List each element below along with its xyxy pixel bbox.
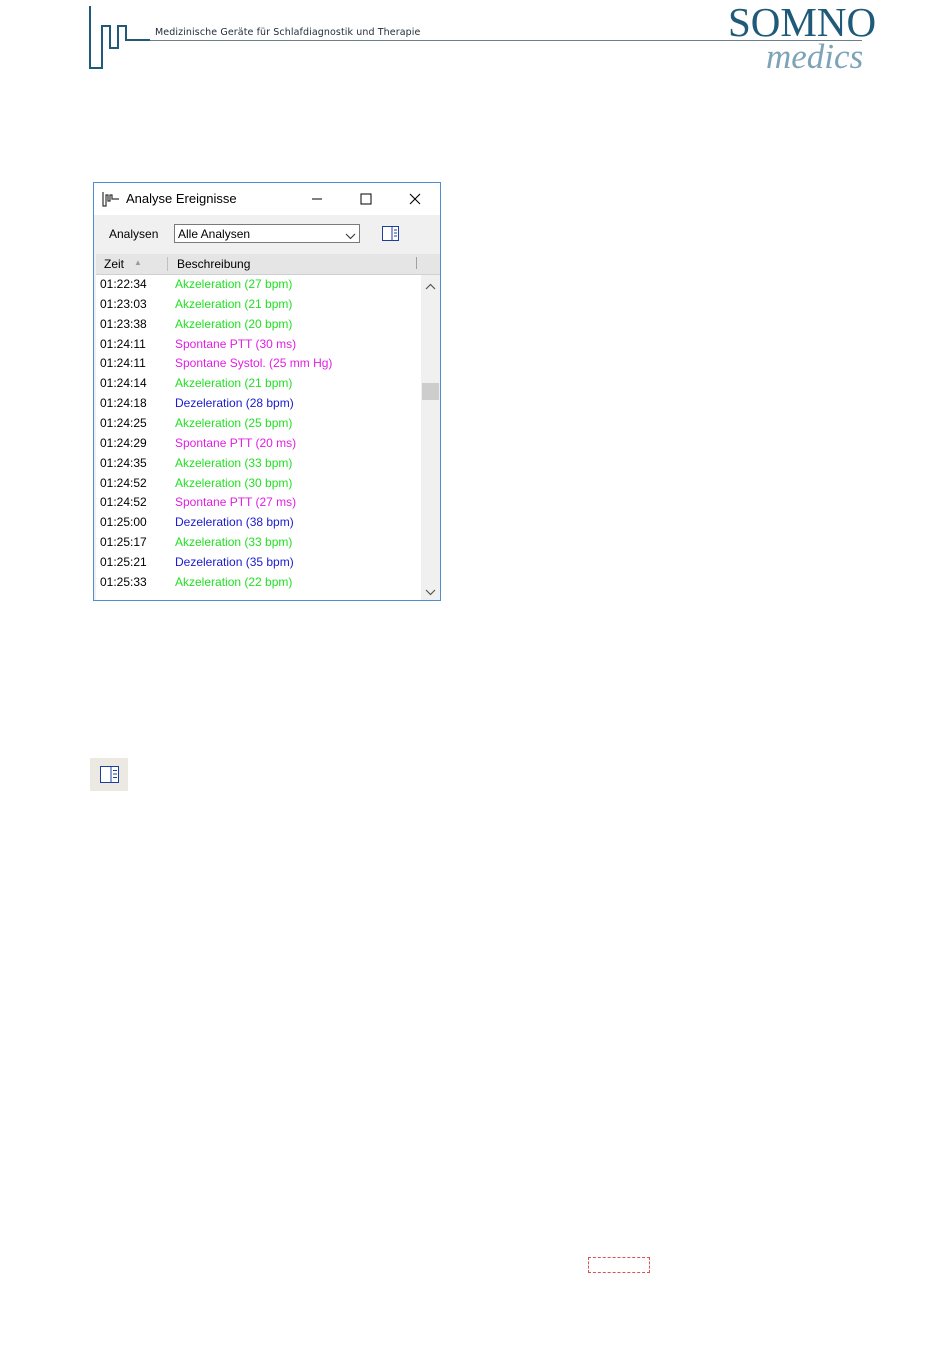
- list-item[interactable]: 01:24:35 Akzeleration (33 bpm): [96, 454, 421, 474]
- panel-toggle-button[interactable]: [380, 224, 400, 242]
- analyses-dropdown-value: Alle Analysen: [178, 227, 251, 241]
- app-icon: [102, 191, 120, 212]
- event-description: Akzeleration (27 bpm): [175, 277, 293, 291]
- event-description: Spontane Systol. (25 mm Hg): [175, 356, 333, 371]
- list-item[interactable]: 01:24:14 Akzeleration (21 bpm): [96, 374, 421, 394]
- list-item-partial[interactable]: [96, 593, 421, 599]
- toolbar: Analysen Alle Analysen: [94, 215, 440, 253]
- event-time: 01:24:25: [100, 415, 147, 430]
- analysis-events-window: Analyse Ereignisse Analysen Alle Analyse…: [93, 182, 441, 601]
- analyses-dropdown[interactable]: Alle Analysen: [174, 224, 360, 243]
- event-time: 01:23:03: [100, 296, 147, 311]
- list-item[interactable]: 01:24:11 Spontane Systol. (25 mm Hg): [96, 354, 421, 374]
- close-button[interactable]: [392, 183, 438, 215]
- event-description: Akzeleration (20 bpm): [175, 316, 293, 331]
- event-description: Akzeleration (33 bpm): [175, 535, 293, 550]
- brand-mark-icon: [88, 4, 152, 75]
- list-item[interactable]: 01:22:34 Akzeleration (27 bpm): [96, 275, 421, 295]
- list-item[interactable]: 01:25:21 Dezeleration (35 bpm): [96, 553, 421, 573]
- scrollbar-thumb[interactable]: [422, 383, 439, 400]
- list-item[interactable]: 01:23:38 Akzeleration (20 bpm): [96, 315, 421, 335]
- minimize-button[interactable]: [294, 183, 340, 215]
- event-description: Akzeleration (21 bpm): [175, 296, 293, 311]
- panel-toggle-icon-illustration: [90, 758, 128, 791]
- list-item[interactable]: 01:24:29 Spontane PTT (20 ms): [96, 434, 421, 454]
- list-item[interactable]: 01:24:52 Spontane PTT (27 ms): [96, 493, 421, 513]
- list-item[interactable]: 01:24:18 Dezeleration (28 bpm): [96, 394, 421, 414]
- event-description: Akzeleration (21 bpm): [175, 376, 293, 391]
- event-time: 01:25:33: [100, 574, 147, 589]
- event-time: 01:22:34: [100, 277, 147, 291]
- event-time: 01:25:17: [100, 535, 147, 550]
- dashed-placeholder-box: [588, 1257, 650, 1273]
- maximize-button[interactable]: [343, 183, 389, 215]
- list-item[interactable]: 01:24:52 Akzeleration (30 bpm): [96, 474, 421, 494]
- event-time: 01:25:00: [100, 515, 147, 530]
- chevron-down-icon: [345, 229, 356, 243]
- event-time: 01:24:11: [100, 356, 146, 371]
- vertical-scrollbar[interactable]: [421, 275, 440, 600]
- list-item[interactable]: 01:24:25 Akzeleration (25 bpm): [96, 414, 421, 434]
- event-description: Dezeleration (28 bpm): [175, 396, 294, 411]
- list-item[interactable]: 01:25:33 Akzeleration (22 bpm): [96, 573, 421, 593]
- analyses-label: Analysen: [109, 227, 159, 241]
- panel-icon: [99, 766, 119, 783]
- event-time: 01:24:11: [100, 336, 146, 351]
- logo-medics: medics: [766, 37, 864, 76]
- event-time: 01:24:18: [100, 396, 147, 411]
- list-item[interactable]: 01:25:00 Dezeleration (38 bpm): [96, 513, 421, 533]
- window-title: Analyse Ereignisse: [126, 191, 237, 206]
- event-description: Akzeleration (33 bpm): [175, 455, 293, 470]
- event-time: 01:24:14: [100, 376, 147, 391]
- column-divider[interactable]: [416, 257, 417, 269]
- event-description: Akzeleration (30 bpm): [175, 475, 293, 490]
- column-divider[interactable]: [167, 257, 168, 271]
- event-time: 01:24:29: [100, 435, 147, 450]
- column-header-description[interactable]: Beschreibung: [177, 257, 250, 271]
- list-item[interactable]: 01:25:17 Akzeleration (33 bpm): [96, 533, 421, 553]
- header-tagline: Medizinische Geräte für Schlafdiagnostik…: [155, 27, 421, 38]
- event-description: Dezeleration (38 bpm): [175, 515, 294, 530]
- column-header-time[interactable]: Zeit: [104, 257, 124, 271]
- scroll-up-icon[interactable]: [425, 278, 436, 296]
- events-list[interactable]: 01:22:34 Akzeleration (27 bpm) 01:23:03 Akz…: [96, 275, 421, 600]
- event-time: 01:25:21: [100, 554, 147, 569]
- list-item[interactable]: 01:23:03 Akzeleration (21 bpm): [96, 295, 421, 315]
- list-item[interactable]: 01:24:11 Spontane PTT (30 ms): [96, 335, 421, 355]
- panel-icon: [381, 225, 399, 241]
- event-time: 01:24:52: [100, 475, 147, 490]
- event-description: Spontane PTT (27 ms): [175, 495, 297, 510]
- event-description: Dezeleration (35 bpm): [175, 554, 294, 569]
- title-bar[interactable]: Analyse Ereignisse: [94, 183, 440, 215]
- list-header: Zeit ▲ Beschreibung: [96, 254, 440, 275]
- event-time: 01:24:35: [100, 455, 147, 470]
- sort-ascending-icon: ▲: [134, 258, 142, 267]
- scroll-down-icon[interactable]: [425, 583, 436, 601]
- event-description: Spontane PTT (20 ms): [175, 435, 297, 450]
- event-description: Spontane PTT (30 ms): [175, 336, 297, 351]
- event-description: Akzeleration (25 bpm): [175, 415, 293, 430]
- event-time: 01:24:52: [100, 495, 147, 510]
- event-description: Akzeleration (22 bpm): [175, 574, 293, 589]
- event-time: 01:23:38: [100, 316, 147, 331]
